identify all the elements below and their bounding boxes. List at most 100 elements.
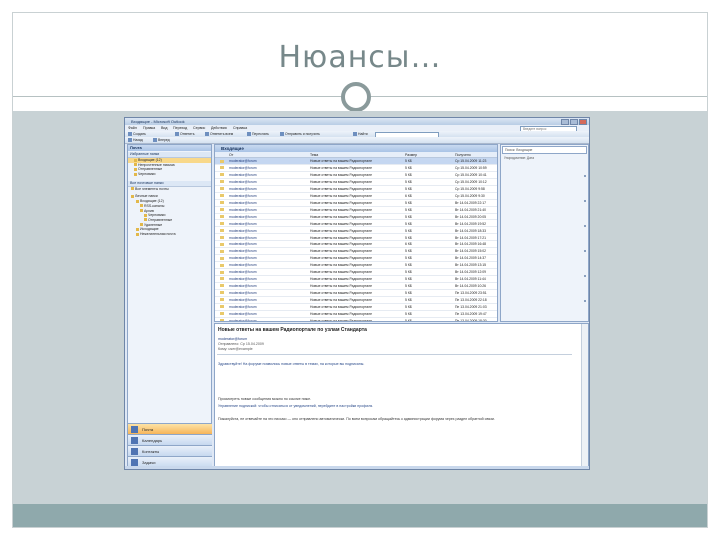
table-row[interactable]: moderator@forum Новые ответы на вашем Рад… bbox=[215, 304, 497, 311]
menu-tools[interactable]: Сервис bbox=[193, 126, 205, 130]
row-date: Вт 14.04.2009 22:17 bbox=[455, 200, 487, 205]
envelope-icon bbox=[220, 277, 224, 281]
new-button[interactable]: Создать bbox=[128, 132, 146, 136]
folder-all-items[interactable]: Все элементы почты bbox=[128, 187, 211, 192]
table-row[interactable]: moderator@forum Новые ответы на вашем Рад… bbox=[215, 318, 497, 322]
row-size: 5 КБ bbox=[405, 318, 413, 322]
reply-button[interactable]: Ответить bbox=[175, 132, 195, 136]
row-date: Вт 14.04.2009 16:48 bbox=[455, 242, 487, 247]
flag-icon[interactable] bbox=[584, 225, 586, 227]
menu-actions[interactable]: Действия bbox=[211, 126, 227, 130]
table-row[interactable]: moderator@forum Новые ответы на вашем Рад… bbox=[215, 297, 497, 304]
forward-nav-button[interactable]: Вперед bbox=[153, 138, 170, 142]
menu-file[interactable]: Файл bbox=[128, 126, 137, 130]
flag-icon[interactable] bbox=[584, 175, 586, 177]
folder-label: Исходящие bbox=[140, 227, 159, 232]
table-row[interactable]: moderator@forum Новые ответы на вашем Рад… bbox=[215, 269, 497, 276]
table-row[interactable]: moderator@forum Новые ответы на вашем Рад… bbox=[215, 220, 497, 228]
envelope-icon bbox=[220, 187, 224, 191]
ring-ornament-icon bbox=[341, 82, 371, 112]
table-row[interactable]: moderator@forum Новые ответы на вашем Рад… bbox=[215, 207, 497, 214]
table-row[interactable]: moderator@forum Новые ответы на вашем Рад… bbox=[215, 241, 497, 249]
menu-view[interactable]: Вид bbox=[161, 126, 168, 130]
row-date: Вт 14.04.2009 17:21 bbox=[455, 235, 487, 240]
flag-icon[interactable] bbox=[584, 300, 586, 302]
message-from[interactable]: moderator@forum bbox=[218, 337, 247, 341]
todo-sort-label[interactable]: Упорядочение: Дата bbox=[502, 155, 587, 161]
folder-icon bbox=[134, 172, 137, 176]
row-from: moderator@forum bbox=[229, 304, 257, 309]
message-rows: moderator@forum Новые ответы на вашем Рад… bbox=[215, 158, 497, 322]
table-row[interactable]: moderator@forum Новые ответы на вашем Рад… bbox=[215, 283, 497, 290]
table-row[interactable]: moderator@forum Новые ответы на вашем Рад… bbox=[215, 234, 497, 242]
envelope-icon bbox=[220, 256, 224, 260]
nav-button-calendar[interactable]: Календарь bbox=[128, 434, 212, 445]
back-button[interactable]: Назад bbox=[128, 138, 143, 142]
row-date: Пн 13.04.2009 19:47 bbox=[455, 311, 487, 316]
row-size: 5 КБ bbox=[405, 214, 413, 219]
contacts-icon bbox=[131, 448, 138, 455]
table-row[interactable]: moderator@forum Новые ответы на вашем Рад… bbox=[215, 255, 497, 263]
row-from: moderator@forum bbox=[229, 297, 257, 302]
menu-help[interactable]: Справка bbox=[233, 126, 247, 130]
message-body-line-1: Здравствуйте! На форуме появились новые … bbox=[218, 362, 365, 366]
row-size: 5 КБ bbox=[405, 304, 413, 309]
envelope-icon bbox=[220, 249, 224, 253]
todo-search-input[interactable]: Поиск: Входящие bbox=[502, 146, 587, 154]
reading-scrollbar[interactable] bbox=[581, 324, 588, 466]
table-row[interactable]: moderator@forum Новые ответы на вашем Рад… bbox=[215, 165, 497, 172]
menu-edit[interactable]: Правка bbox=[143, 126, 155, 130]
favorite-drafts[interactable]: Черновики bbox=[128, 172, 211, 177]
table-row[interactable]: moderator@forum Новые ответы на вашем Рад… bbox=[215, 290, 497, 297]
table-row[interactable]: moderator@forum Новые ответы на вашем Рад… bbox=[215, 186, 497, 193]
window-title: Входящие - Microsoft Outlook bbox=[131, 119, 185, 124]
table-row[interactable]: moderator@forum Новые ответы на вашем Рад… bbox=[215, 179, 497, 186]
nav-button-contacts[interactable]: Контакты bbox=[128, 445, 212, 456]
table-row[interactable]: moderator@forum Новые ответы на вашем Рад… bbox=[215, 172, 497, 179]
row-subject: Новые ответы на вашем Радиопортале bbox=[310, 242, 373, 247]
folder-icon bbox=[136, 199, 139, 203]
nav-button-mail[interactable]: Почта bbox=[128, 423, 212, 434]
message-link[interactable]: Управление подпиской: чтобы отписаться о… bbox=[218, 404, 568, 409]
find-button[interactable]: Найти bbox=[353, 132, 368, 136]
table-row[interactable]: moderator@forum Новые ответы на вашем Рад… bbox=[215, 193, 497, 200]
column-subject[interactable]: Тема bbox=[310, 153, 318, 157]
table-row[interactable]: moderator@forum Новые ответы на вашем Рад… bbox=[215, 276, 497, 283]
reply-icon bbox=[175, 132, 179, 136]
flag-icon[interactable] bbox=[584, 275, 586, 277]
flag-icon[interactable] bbox=[584, 250, 586, 252]
table-row[interactable]: moderator@forum Новые ответы на вашем Рад… bbox=[215, 311, 497, 318]
table-row[interactable]: moderator@forum Новые ответы на вашем Рад… bbox=[215, 200, 497, 207]
folder-junk[interactable]: Нежелательная почта bbox=[128, 232, 211, 237]
table-row[interactable]: moderator@forum Новые ответы на вашем Рад… bbox=[215, 158, 497, 165]
table-row[interactable]: moderator@forum Новые ответы на вашем Рад… bbox=[215, 214, 497, 221]
row-from: moderator@forum bbox=[229, 166, 257, 171]
row-from: moderator@forum bbox=[229, 221, 257, 226]
column-from[interactable]: От bbox=[229, 153, 233, 157]
send-receive-button[interactable]: Отправить и получить bbox=[280, 132, 320, 136]
row-subject: Новые ответы на вашем Радиопортале bbox=[310, 249, 373, 254]
reply-all-label: Ответить всем bbox=[210, 132, 234, 136]
table-row[interactable]: moderator@forum Новые ответы на вашем Рад… bbox=[215, 248, 497, 256]
row-subject: Новые ответы на вашем Радиопортале bbox=[310, 193, 373, 198]
web-toolbar: Назад Вперед bbox=[125, 137, 589, 144]
table-row[interactable]: moderator@forum Новые ответы на вашем Рад… bbox=[215, 262, 497, 269]
reply-all-button[interactable]: Ответить всем bbox=[205, 132, 233, 136]
message-list: Входящие От Тема Размер Получено moderat… bbox=[214, 144, 498, 322]
row-size: 5 КБ bbox=[405, 221, 413, 226]
table-row[interactable]: moderator@forum Новые ответы на вашем Рад… bbox=[215, 227, 497, 235]
row-from: moderator@forum bbox=[229, 180, 257, 184]
menu-go[interactable]: Переход bbox=[173, 126, 187, 130]
column-size[interactable]: Размер bbox=[405, 153, 417, 157]
flag-icon[interactable] bbox=[584, 200, 586, 202]
nav-button-label: Календарь bbox=[142, 438, 163, 443]
row-subject: Новые ответы на вашем Радиопортале bbox=[310, 159, 373, 164]
row-subject: Новые ответы на вашем Радиопортале bbox=[310, 173, 373, 178]
row-date: Ср 15.04.2009 11:23 bbox=[455, 159, 487, 164]
status-bar bbox=[125, 466, 589, 469]
forward-button[interactable]: Переслать bbox=[247, 132, 269, 136]
forward-label: Переслать bbox=[252, 132, 269, 136]
trash-icon bbox=[140, 223, 143, 227]
column-received[interactable]: Получено bbox=[455, 153, 471, 157]
row-date: Вт 14.04.2009 20:05 bbox=[455, 214, 487, 219]
